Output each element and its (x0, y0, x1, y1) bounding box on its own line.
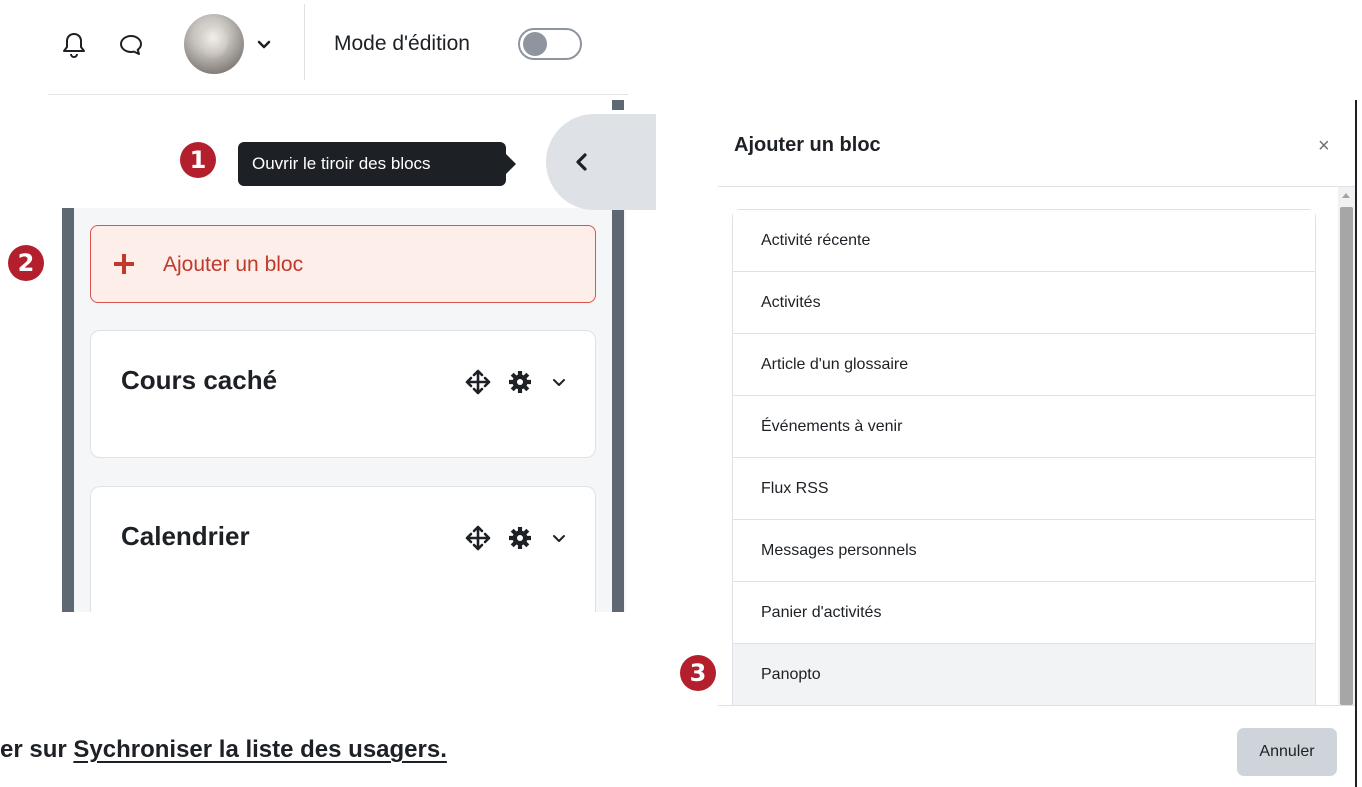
step-badge-3: 3 (680, 655, 716, 691)
block-tools (465, 525, 575, 551)
open-block-drawer-button[interactable] (546, 114, 656, 210)
plus-icon (113, 253, 135, 275)
block-title: Calendrier (121, 521, 250, 551)
modal-body: Activité récente Activités Article d'un … (718, 187, 1338, 705)
gear-icon[interactable] (507, 369, 533, 395)
modal-title: Ajouter un bloc (734, 134, 881, 156)
modal-right-edge (1355, 100, 1357, 787)
chat-icon[interactable] (118, 32, 144, 58)
move-icon[interactable] (465, 525, 491, 551)
add-block-button[interactable]: Ajouter un bloc (90, 225, 596, 303)
block-tools (465, 369, 575, 395)
navbar: Mode d'édition (48, 0, 628, 95)
list-item[interactable]: Activité récente (733, 210, 1315, 272)
step-badge-1: 1 (180, 142, 216, 178)
scroll-up-icon[interactable] (1342, 193, 1350, 198)
list-item[interactable]: Article d'un glossaire (733, 334, 1315, 396)
drawer-tooltip: Ouvrir le tiroir des blocs (238, 142, 516, 186)
block-card-hidden-course: Cours caché (90, 330, 596, 458)
screenshot-crop-edge (0, 612, 640, 652)
tooltip-text: Ouvrir le tiroir des blocs (252, 154, 431, 173)
toggle-knob (523, 32, 547, 56)
close-icon[interactable]: × (1318, 134, 1330, 158)
avatar[interactable] (184, 14, 244, 74)
edit-mode-toggle[interactable] (518, 28, 582, 60)
bell-icon[interactable] (62, 30, 86, 60)
cancel-button[interactable]: Annuler (1237, 728, 1337, 776)
step-badge-2: 2 (8, 245, 44, 281)
list-item-panopto[interactable]: Panopto (733, 644, 1315, 705)
gear-icon[interactable] (507, 525, 533, 551)
scroll-thumb[interactable] (1340, 207, 1353, 705)
sync-users-link[interactable]: Sychroniser la liste des usagers. (73, 736, 447, 763)
chevron-down-icon[interactable] (256, 36, 272, 52)
drawer-left-border (62, 208, 74, 612)
instruction-caption: er sur Sychroniser la liste des usagers. (0, 736, 447, 764)
navbar-divider (304, 4, 305, 80)
chevron-down-icon[interactable] (551, 530, 567, 546)
block-title: Cours caché (121, 365, 278, 395)
modal-footer-divider (718, 705, 1355, 706)
caption-prefix: er sur (0, 736, 74, 763)
block-type-list: Activité récente Activités Article d'un … (732, 209, 1316, 705)
list-item[interactable]: Panier d'activités (733, 582, 1315, 644)
add-block-label: Ajouter un bloc (163, 253, 304, 276)
block-card-calendar: Calendrier (90, 486, 596, 626)
list-item[interactable]: Activités (733, 272, 1315, 334)
move-icon[interactable] (465, 369, 491, 395)
stage: Mode d'édition Ouvrir le tiroir des bloc… (0, 0, 1362, 787)
edit-mode-label: Mode d'édition (334, 32, 470, 55)
chevron-down-icon[interactable] (551, 374, 567, 390)
list-item[interactable]: Flux RSS (733, 458, 1315, 520)
drawer-scroll-thumb-top[interactable] (612, 100, 624, 110)
list-item[interactable]: Messages personnels (733, 520, 1315, 582)
chevron-left-icon (570, 150, 594, 174)
list-item[interactable]: Événements à venir (733, 396, 1315, 458)
modal-scrollbar[interactable] (1338, 187, 1355, 705)
